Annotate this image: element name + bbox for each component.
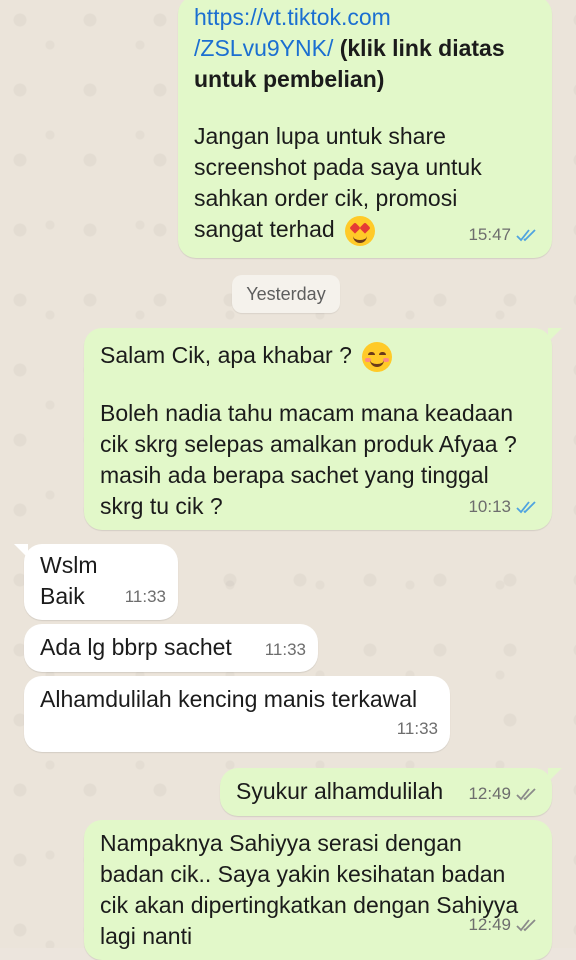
message-text-line: Jangan lupa untuk share <box>194 123 446 149</box>
message-bubble-outgoing[interactable]: Salam Cik, apa khabar ? Boleh nadia tahu… <box>84 328 562 530</box>
message-meta: 15:47 <box>468 219 538 250</box>
message-time: 11:33 <box>124 587 166 606</box>
message-time: 15:47 <box>468 225 511 244</box>
message-meta: 11:33 <box>125 581 166 612</box>
message-text-line: Boleh nadia tahu macam mana keadaan <box>100 399 514 426</box>
read-double-tick-icon <box>516 228 538 242</box>
message-bubble-incoming[interactable]: Alhamdulilah kencing manis terkawal 11:3… <box>24 676 450 752</box>
message-bubble-incoming[interactable]: Ada lg bbrp sachet 11:33 <box>24 624 318 672</box>
message-meta: 11:33 <box>265 634 306 665</box>
message-link[interactable]: /ZSLvu9YNK/ <box>194 35 333 61</box>
message-bubble-incoming[interactable]: Wslm Baik 11:33 <box>14 544 178 620</box>
read-double-tick-icon <box>516 500 538 514</box>
message-text-line: Ada lg bbrp sachet <box>40 634 232 660</box>
message-text-line: masih ada berapa sachet yang tinggal <box>100 461 489 488</box>
message-meta: 10:13 <box>468 491 538 522</box>
message-meta: 11:33 <box>397 713 438 744</box>
message-text-line: untuk pembelian) <box>194 66 385 92</box>
message-text-line: Nampaknya Sahiyya serasi dengan <box>100 830 462 856</box>
message-bubble-outgoing[interactable]: Nampaknya Sahiyya serasi dengan badan ci… <box>84 820 552 960</box>
message-bubble-outgoing[interactable]: https://vt.tiktok.com /ZSLvu9YNK/ (klik … <box>178 0 552 258</box>
message-bubble-outgoing[interactable]: Syukur alhamdulilah 12:49 <box>220 768 562 816</box>
message-time: 11:33 <box>264 640 306 659</box>
message-text-line: cik skrg selepas amalkan produk Afyaa ? <box>100 430 517 457</box>
message-text-line: sahkan order cik, promosi <box>194 185 458 211</box>
message-time: 12:49 <box>468 915 511 934</box>
message-meta: 12:49 <box>468 909 538 940</box>
date-separator: Yesterday <box>232 275 340 313</box>
message-text: Salam Cik, apa khabar ? <box>100 342 352 368</box>
message-text-line: Wslm <box>40 552 98 578</box>
message-meta: 12:49 <box>468 778 538 809</box>
message-text-line: screenshot pada saya untuk <box>194 154 482 180</box>
message-link[interactable]: https://vt.tiktok.com <box>194 2 536 33</box>
message-text-line: /ZSLvu9YNK/ (klik link diatas <box>194 33 536 64</box>
sent-double-tick-icon <box>516 787 538 801</box>
message-text-line: Alhamdulilah kencing manis terkawal <box>40 686 418 712</box>
sent-double-tick-icon <box>516 918 538 932</box>
message-text-line: Salam Cik, apa khabar ? <box>100 340 536 372</box>
smiling-face-with-hearts-emoji <box>362 341 393 372</box>
message-time: 10:13 <box>468 497 511 516</box>
message-time: 12:49 <box>468 784 511 803</box>
message-text-bold: (klik link diatas <box>333 35 505 61</box>
heart-eyes-emoji <box>345 215 376 246</box>
message-time: 11:33 <box>396 719 438 738</box>
message-text-line: badan cik.. Saya yakin kesihatan badan <box>100 861 506 887</box>
message-text: sangat terhad <box>194 216 335 242</box>
